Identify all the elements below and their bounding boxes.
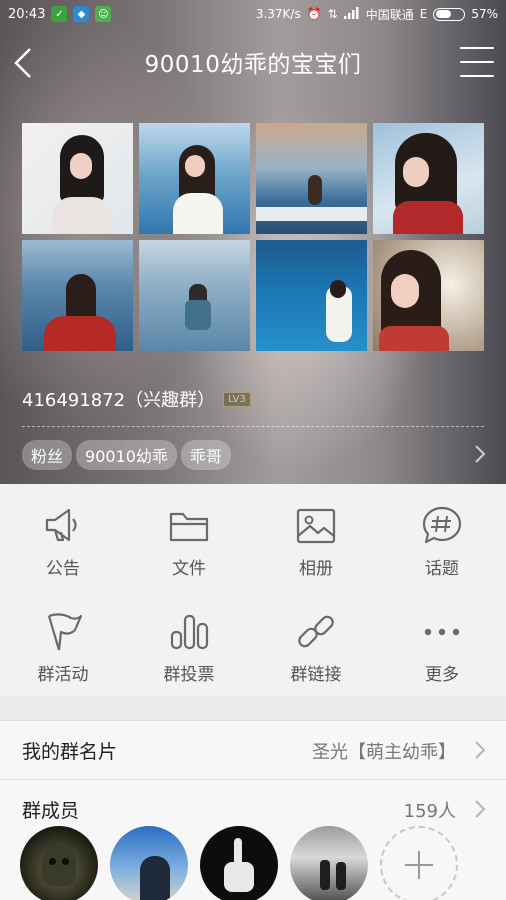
avatar[interactable] (110, 826, 188, 900)
alarm-icon: ⏰ (306, 7, 322, 21)
level-badge: LV3 (223, 391, 251, 407)
group-tag[interactable]: 乖哥 (180, 440, 231, 470)
group-tags: 粉丝 90010幼乖 乖哥 (22, 440, 231, 470)
function-label: 群活动 (37, 665, 89, 685)
function-grid: 公告 文件 相册 话题 群活动 群投票 群链接 更多 (0, 484, 506, 696)
status-time: 20:43 (8, 6, 46, 22)
menu-icon-line (460, 47, 494, 49)
group-card-row[interactable]: 我的群名片 圣光【萌主幼乖】 (0, 721, 506, 779)
member-count: 159人 (403, 801, 456, 822)
function-album[interactable]: 相册 (266, 504, 366, 579)
chevron-right-icon[interactable] (474, 444, 486, 464)
megaphone-icon (45, 508, 77, 542)
chevron-right-icon (475, 741, 486, 759)
plus-icon (405, 851, 433, 879)
function-topics[interactable]: 话题 (392, 504, 492, 579)
group-photo[interactable] (373, 123, 484, 234)
row-label: 我的群名片 (22, 741, 118, 763)
function-more[interactable]: 更多 (392, 610, 492, 685)
group-id: 416491872（兴趣群） LV3 (22, 386, 251, 412)
group-tag[interactable]: 粉丝 (22, 440, 73, 470)
back-arrow-icon (14, 48, 31, 78)
title-bar: 90010幼乖的宝宝们 (0, 38, 506, 88)
folder-icon (169, 512, 209, 542)
net-speed: 3.37K/s (255, 7, 301, 21)
avatar[interactable] (200, 826, 278, 900)
data-transfer-icon: ⇅ (327, 7, 338, 21)
network-type: E (419, 7, 428, 21)
app-notification-icon: ◆ (73, 6, 90, 22)
link-icon (298, 615, 334, 648)
group-photo[interactable] (373, 240, 484, 351)
page-title: 90010幼乖的宝宝们 (144, 52, 362, 78)
function-label: 群投票 (163, 665, 215, 685)
function-link[interactable]: 群链接 (266, 610, 366, 685)
app-notification-icon: ☺ (95, 6, 112, 22)
photo-album-icon (296, 508, 336, 544)
status-bar: 20:43 ✓ ◆ ☺ 3.37K/s ⏰ ⇅ 中国联通 E 57% (0, 0, 506, 28)
group-number: 416491872（兴趣群） (22, 390, 216, 411)
menu-button[interactable] (460, 47, 494, 77)
function-label: 相册 (299, 559, 333, 579)
function-activity[interactable]: 群活动 (13, 610, 113, 685)
function-label: 群链接 (290, 665, 342, 685)
section-gap (0, 696, 506, 720)
group-photo[interactable] (139, 240, 250, 351)
group-photo[interactable] (256, 240, 367, 351)
menu-icon-line (460, 61, 494, 63)
avatar[interactable] (20, 826, 98, 900)
topic-hashtag-icon (422, 506, 462, 544)
group-photo[interactable] (256, 123, 367, 234)
group-header-background: 20:43 ✓ ◆ ☺ 3.37K/s ⏰ ⇅ 中国联通 E 57% 90010… (0, 0, 506, 484)
function-announcement[interactable]: 公告 (13, 504, 113, 579)
function-label: 公告 (46, 559, 80, 579)
signal-icon (343, 6, 360, 22)
row-label: 群成员 (22, 800, 80, 822)
member-avatars (20, 826, 458, 900)
function-label: 更多 (425, 665, 459, 685)
group-photo[interactable] (139, 123, 250, 234)
more-dots-icon (424, 628, 460, 636)
function-vote[interactable]: 群投票 (139, 610, 239, 685)
menu-icon-line (460, 75, 494, 77)
divider (22, 426, 484, 427)
function-label: 话题 (425, 559, 459, 579)
flag-icon (47, 613, 83, 651)
function-label: 文件 (172, 559, 206, 579)
battery-icon (433, 7, 466, 21)
function-files[interactable]: 文件 (139, 504, 239, 579)
group-photo[interactable] (22, 123, 133, 234)
group-photo-grid (22, 123, 484, 351)
app-notification-icon: ✓ (51, 6, 68, 22)
group-tag[interactable]: 90010幼乖 (76, 440, 177, 470)
avatar[interactable] (290, 826, 368, 900)
vote-bars-icon (170, 614, 209, 650)
back-button[interactable] (8, 46, 38, 80)
group-card-value: 圣光【萌主幼乖】 (312, 742, 456, 763)
carrier-name: 中国联通 (365, 7, 414, 22)
group-photo[interactable] (22, 240, 133, 351)
add-member-button[interactable] (380, 826, 458, 900)
battery-percent: 57% (471, 7, 498, 21)
chevron-right-icon (475, 800, 486, 818)
